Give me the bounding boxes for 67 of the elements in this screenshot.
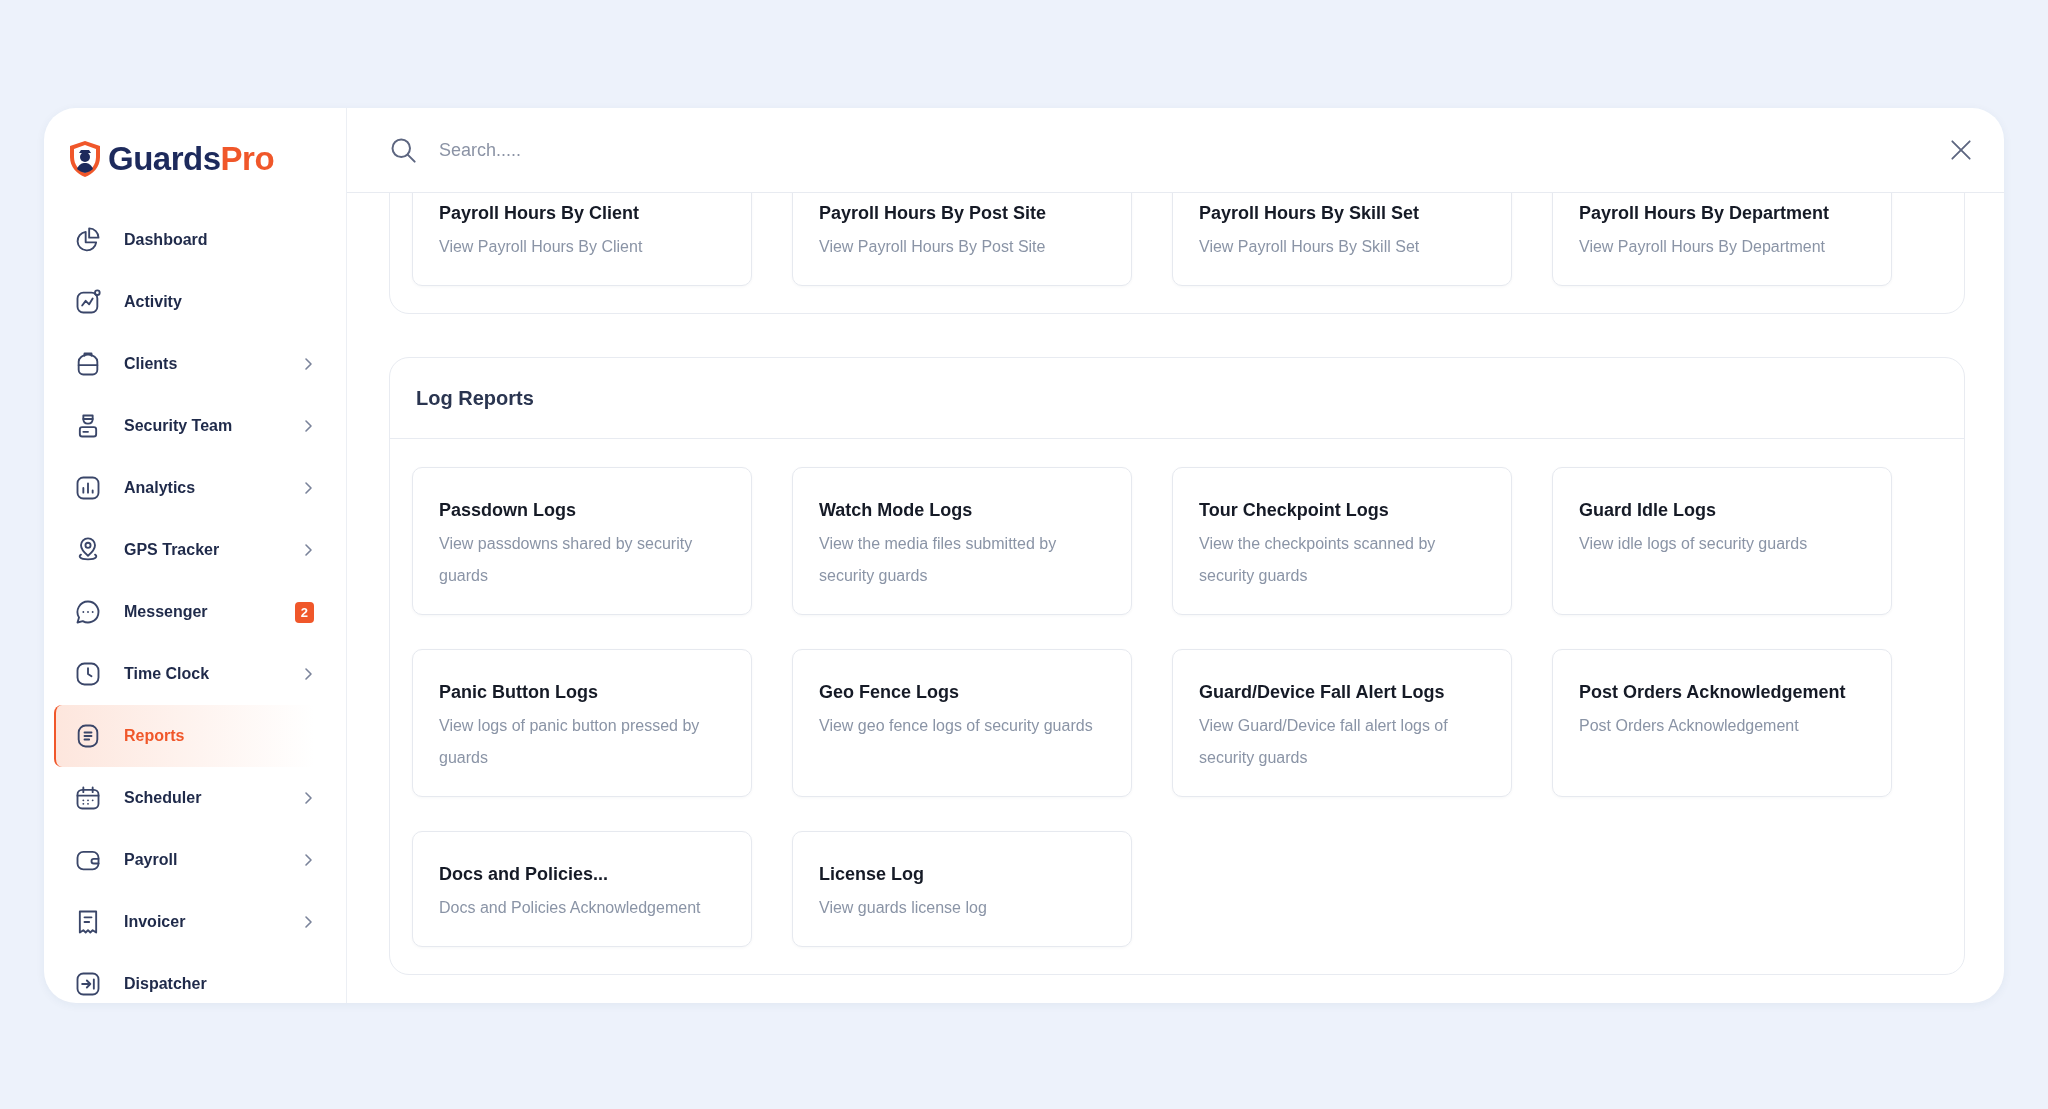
card-description: View idle logs of security guards <box>1579 534 1809 554</box>
calendar-icon <box>74 784 102 812</box>
report-card[interactable]: Guard Idle Logs View idle logs of security guards <box>1552 467 1892 615</box>
card-title: Panic Button Logs <box>439 681 599 704</box>
card-title: Payroll Hours By Post Site <box>819 202 1048 225</box>
report-card[interactable]: Post Orders Acknowledgement Post Orders Acknowledgement <box>1552 649 1892 797</box>
clock-icon <box>74 660 102 688</box>
card-title: Tour Checkpoint Logs <box>1199 499 1390 522</box>
close-button[interactable] <box>1948 137 1974 163</box>
report-card[interactable]: Payroll Hours By Client View Payroll Hours By Client <box>412 193 752 286</box>
card-title: License Log <box>819 863 926 886</box>
report-card[interactable]: Guard/Device Fall Alert Logs View Guard/Device fall alert logs of security guards <box>1172 649 1512 797</box>
card-description: View logs of panic button pressed by guards <box>439 716 701 768</box>
pie-chart-icon <box>74 226 102 254</box>
report-card[interactable]: Panic Button Logs View logs of panic button pressed by guards <box>412 649 752 797</box>
section-title: Log Reports <box>390 358 1964 439</box>
card-title: Payroll Hours By Skill Set <box>1199 202 1421 225</box>
report-card[interactable]: Watch Mode Logs View the media files submitted by security guards <box>792 467 1132 615</box>
card-title: Post Orders Acknowledgement <box>1579 681 1847 704</box>
dispatch-icon <box>74 970 102 998</box>
sidebar-item[interactable]: Scheduler <box>54 767 328 829</box>
card-title: Guard/Device Fall Alert Logs <box>1199 681 1446 704</box>
card-title: Geo Fence Logs <box>819 681 961 704</box>
report-card[interactable]: Payroll Hours By Department View Payroll Hours By Department <box>1552 193 1892 286</box>
card-description: View passdowns shared by security guards <box>439 534 694 586</box>
card-description: View the media files submitted by security guards <box>819 534 1058 586</box>
card-description: View guards license log <box>819 898 988 918</box>
chat-bubble-icon <box>74 598 102 626</box>
sidebar-item[interactable]: Dispatcher <box>54 953 328 1003</box>
sidebar-item[interactable]: Time Clock <box>54 643 328 705</box>
search-icon <box>389 136 417 164</box>
sidebar-item[interactable]: GPS Tracker <box>54 519 328 581</box>
sidebar-item[interactable]: Security Team <box>54 395 328 457</box>
card-description: View Payroll Hours By Department <box>1579 237 1827 257</box>
report-card[interactable]: Payroll Hours By Post Site View Payroll Hours By Post Site <box>792 193 1132 286</box>
card-description: Docs and Policies Acknowledgement <box>439 898 702 918</box>
card-title: Payroll Hours By Department <box>1579 202 1831 225</box>
sidebar-item[interactable]: Messenger 2 <box>54 581 328 643</box>
unread-badge: 2 <box>294 601 314 623</box>
card-title: Passdown Logs <box>439 499 578 522</box>
card-description: View Payroll Hours By Post Site <box>819 237 1047 257</box>
guard-shield-logo-icon <box>68 139 102 178</box>
card-description: Post Orders Acknowledgement <box>1579 716 1800 736</box>
brand-logo: GuardsPro <box>108 139 275 178</box>
report-card[interactable]: Docs and Policies... Docs and Policies Acknowledgement <box>412 831 752 947</box>
sidebar-item[interactable]: Payroll <box>54 829 328 891</box>
report-card[interactable]: License Log View guards license log <box>792 831 1132 947</box>
sidebar-item[interactable]: Activity <box>54 271 328 333</box>
card-title: Guard Idle Logs <box>1579 499 1717 522</box>
card-description: View the checkpoints scanned by security guards <box>1199 534 1437 586</box>
card-title: Docs and Policies... <box>439 863 610 886</box>
sidebar-item[interactable]: Analytics <box>54 457 328 519</box>
card-description: View Payroll Hours By Skill Set <box>1199 237 1421 257</box>
report-card[interactable]: Tour Checkpoint Logs View the checkpoints scanned by security guards <box>1172 467 1512 615</box>
sidebar-item[interactable]: Clients <box>54 333 328 395</box>
card-title: Watch Mode Logs <box>819 499 974 522</box>
report-card[interactable]: Passdown Logs View passdowns shared by security guards <box>412 467 752 615</box>
bar-chart-icon <box>74 474 102 502</box>
card-description: View geo fence logs of security guards <box>819 716 1094 736</box>
card-description: View Guard/Device fall alert logs of security guards <box>1199 716 1449 768</box>
activity-chart-icon <box>74 288 102 316</box>
card-description: View Payroll Hours By Client <box>439 237 644 257</box>
sidebar-item[interactable]: Dashboard <box>54 209 328 271</box>
report-card[interactable]: Payroll Hours By Skill Set View Payroll Hours By Skill Set <box>1172 193 1512 286</box>
sidebar-item[interactable]: Invoicer <box>54 891 328 953</box>
card-title: Payroll Hours By Client <box>439 202 641 225</box>
report-card[interactable]: Geo Fence Logs View geo fence logs of security guards <box>792 649 1132 797</box>
